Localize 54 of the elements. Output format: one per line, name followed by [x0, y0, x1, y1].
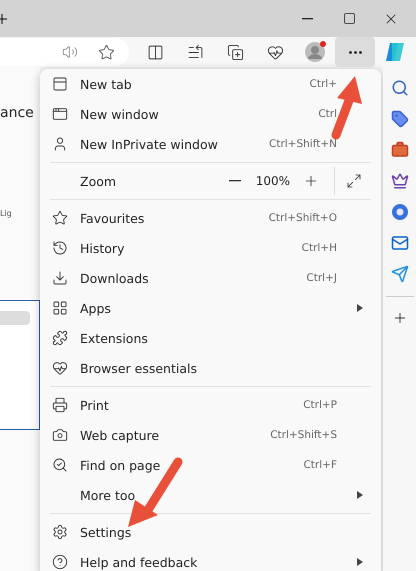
apps-icon: [52, 300, 68, 316]
history-icon: [52, 240, 68, 256]
print-icon: [52, 397, 68, 413]
list-icon: [186, 44, 204, 60]
menu-item[interactable]: Extensions: [44, 323, 377, 353]
search-icon[interactable]: [390, 79, 408, 97]
avatar-icon: [304, 41, 326, 63]
menu-item[interactable]: New window Ctrl: [44, 99, 377, 129]
read-aloud-icon[interactable]: [62, 44, 78, 60]
submenu-caret-icon: [357, 558, 363, 566]
menu-item[interactable]: Favourites Ctrl+Shift+O: [44, 203, 377, 233]
settings-icon: [52, 524, 68, 540]
download-icon: [52, 270, 68, 286]
expand-icon: [346, 173, 362, 189]
split-screen-icon: [146, 44, 164, 60]
heart-icon: [52, 360, 68, 376]
window-icon: [52, 106, 68, 122]
menu-item[interactable]: Settings: [44, 517, 377, 547]
star-icon[interactable]: [98, 44, 115, 60]
puzzle-icon: [52, 330, 68, 346]
collections-icon: [226, 44, 244, 60]
page-heading: ance: [0, 105, 35, 121]
submenu-caret-icon: [357, 304, 363, 312]
briefcase-icon[interactable]: [390, 141, 408, 159]
tab-icon: [52, 76, 68, 92]
maximize-icon: [342, 12, 356, 25]
star-icon: [52, 210, 68, 226]
menu-item[interactable]: History Ctrl+H: [44, 233, 377, 263]
menu-item[interactable]: Web capture Ctrl+Shift+S: [44, 420, 377, 450]
help-icon: [52, 554, 68, 570]
minimize-icon: [302, 18, 312, 20]
zoom-level: 100%: [256, 174, 290, 188]
menu-item[interactable]: Apps: [44, 293, 377, 323]
plus-icon: [303, 173, 319, 189]
menu-item[interactable]: Downloads Ctrl+J: [44, 263, 377, 293]
mail-icon[interactable]: [390, 234, 408, 252]
menu-label: Zoom: [80, 174, 118, 188]
camera-icon: [52, 427, 68, 443]
person-icon: [52, 136, 68, 152]
tag-icon[interactable]: [390, 110, 408, 128]
menu-item[interactable]: Print Ctrl+P: [44, 390, 377, 420]
submenu-caret-icon: [357, 491, 363, 499]
menu-item[interactable]: New tab Ctrl+: [44, 69, 377, 99]
page-label: Lig: [0, 209, 13, 218]
heart-icon: [266, 44, 284, 60]
minus-icon: [228, 180, 241, 182]
more-icon: [348, 50, 362, 54]
menu-item[interactable]: More too: [44, 480, 377, 510]
menu-item[interactable]: Find on page Ctrl+F: [44, 450, 377, 480]
menu-item[interactable]: New InPrivate window Ctrl+Shift+N: [44, 129, 377, 159]
menu-item[interactable]: Browser essentials: [44, 353, 377, 383]
find-icon: [52, 457, 68, 473]
send-icon[interactable]: [390, 265, 408, 283]
menu-item[interactable]: Help and feedback: [44, 547, 377, 571]
